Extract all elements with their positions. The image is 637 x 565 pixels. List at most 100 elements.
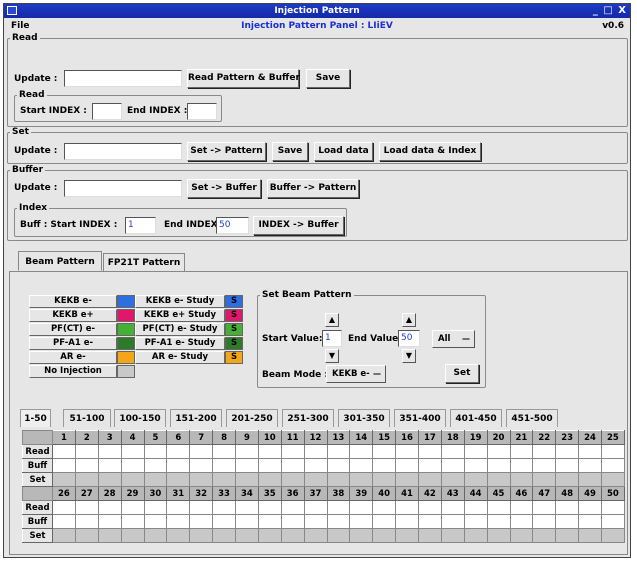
pattern-cell[interactable]: [418, 458, 442, 473]
pattern-cell[interactable]: [578, 458, 602, 473]
buffer-update-input[interactable]: [64, 180, 182, 197]
pattern-cell[interactable]: [463, 500, 488, 515]
pattern-cell[interactable]: [235, 528, 259, 543]
pattern-cell[interactable]: [463, 514, 488, 529]
pattern-cell[interactable]: [395, 472, 419, 487]
pattern-cell[interactable]: [555, 514, 580, 529]
set-beam-button[interactable]: Set: [445, 364, 479, 383]
pattern-cell[interactable]: [303, 514, 328, 529]
pattern-cell[interactable]: [418, 500, 442, 515]
pattern-cell[interactable]: [601, 500, 625, 515]
pattern-cell[interactable]: [418, 514, 442, 529]
pattern-cell[interactable]: [235, 514, 259, 529]
pattern-cell[interactable]: [143, 444, 168, 459]
pattern-cell[interactable]: [235, 472, 259, 487]
pattern-cell[interactable]: [303, 458, 328, 473]
tab-fp21t-pattern[interactable]: FP21T Pattern: [103, 253, 185, 271]
pattern-cell[interactable]: [372, 458, 397, 473]
pattern-cell[interactable]: [440, 514, 465, 529]
pattern-cell[interactable]: [74, 444, 99, 459]
pattern-cell[interactable]: [74, 500, 99, 515]
set-to-pattern-button[interactable]: Set -> Pattern: [187, 142, 266, 161]
pattern-cell[interactable]: [555, 458, 580, 473]
end-value-down-button[interactable]: ▼: [402, 349, 416, 363]
pattern-cell[interactable]: [463, 458, 488, 473]
pattern-cell[interactable]: [463, 444, 488, 459]
set-update-input[interactable]: [64, 143, 182, 160]
pattern-cell[interactable]: [440, 444, 465, 459]
pattern-cell[interactable]: [395, 444, 419, 459]
pattern-cell[interactable]: [189, 472, 214, 487]
pattern-cell[interactable]: [52, 458, 76, 473]
pattern-cell[interactable]: [212, 444, 236, 459]
pattern-cell[interactable]: [257, 444, 282, 459]
pattern-cell[interactable]: [280, 458, 305, 473]
pattern-cell[interactable]: [601, 444, 625, 459]
pattern-cell[interactable]: [143, 528, 168, 543]
pattern-cell[interactable]: [120, 500, 145, 515]
pattern-cell[interactable]: [143, 500, 168, 515]
buffer-to-pattern-button[interactable]: Buffer -> Pattern: [267, 179, 359, 198]
pattern-cell[interactable]: [532, 458, 557, 473]
pattern-cell[interactable]: [235, 444, 259, 459]
range-tab-351-400[interactable]: 351-400: [394, 409, 446, 427]
pattern-cell[interactable]: [418, 472, 442, 487]
pattern-cell[interactable]: [532, 472, 557, 487]
pattern-cell[interactable]: [166, 444, 191, 459]
range-tab-301-350[interactable]: 301-350: [338, 409, 390, 427]
pattern-cell[interactable]: [120, 472, 145, 487]
range-tab-51-100[interactable]: 51-100: [63, 409, 111, 427]
pattern-cell[interactable]: [395, 514, 419, 529]
pattern-cell[interactable]: [166, 514, 191, 529]
pattern-cell[interactable]: [280, 444, 305, 459]
pattern-cell[interactable]: [257, 458, 282, 473]
pattern-cell[interactable]: [326, 528, 351, 543]
pattern-cell[interactable]: [395, 500, 419, 515]
range-tab-451-500[interactable]: 451-500: [506, 409, 558, 427]
pattern-cell[interactable]: [395, 458, 419, 473]
pattern-cell[interactable]: [52, 514, 76, 529]
range-tab-1-50[interactable]: 1-50: [20, 409, 51, 427]
tab-beam-pattern[interactable]: Beam Pattern: [18, 251, 102, 271]
pattern-cell[interactable]: [326, 500, 351, 515]
pattern-cell[interactable]: [74, 528, 99, 543]
pattern-cell[interactable]: [349, 444, 374, 459]
pattern-cell[interactable]: [418, 528, 442, 543]
pattern-cell[interactable]: [601, 514, 625, 529]
pattern-cell[interactable]: [166, 500, 191, 515]
pattern-cell[interactable]: [486, 472, 511, 487]
pattern-cell[interactable]: [349, 500, 374, 515]
window-controls[interactable]: _ □ X: [593, 4, 627, 18]
pattern-cell[interactable]: [189, 458, 214, 473]
pattern-cell[interactable]: [303, 444, 328, 459]
pattern-cell[interactable]: [303, 472, 328, 487]
pattern-cell[interactable]: [326, 444, 351, 459]
pattern-cell[interactable]: [166, 458, 191, 473]
pattern-cell[interactable]: [532, 514, 557, 529]
pattern-cell[interactable]: [303, 528, 328, 543]
end-value-up-button[interactable]: ▲: [402, 313, 416, 327]
buff-start-index-input[interactable]: 1: [125, 217, 156, 234]
pattern-cell[interactable]: [486, 514, 511, 529]
load-data-button[interactable]: Load data: [314, 142, 373, 161]
pattern-cell[interactable]: [212, 458, 236, 473]
pattern-cell[interactable]: [257, 472, 282, 487]
index-to-buffer-button[interactable]: INDEX -> Buffer: [253, 216, 344, 235]
pattern-cell[interactable]: [532, 528, 557, 543]
pattern-cell[interactable]: [97, 444, 122, 459]
pattern-cell[interactable]: [280, 528, 305, 543]
pattern-cell[interactable]: [257, 528, 282, 543]
beam-mode-select[interactable]: KEKB e- —: [326, 365, 386, 383]
pattern-cell[interactable]: [189, 528, 214, 543]
set-save-button[interactable]: Save: [272, 142, 308, 161]
pattern-cell[interactable]: [532, 500, 557, 515]
pattern-cell[interactable]: [372, 472, 397, 487]
pattern-cell[interactable]: [349, 458, 374, 473]
pattern-cell[interactable]: [212, 514, 236, 529]
pattern-cell[interactable]: [166, 472, 191, 487]
read-pattern-buffer-button[interactable]: Read Pattern & Buffer: [187, 69, 300, 88]
pattern-cell[interactable]: [372, 444, 397, 459]
pattern-cell[interactable]: [395, 528, 419, 543]
buff-end-index-input[interactable]: 50: [216, 217, 249, 234]
pattern-cell[interactable]: [486, 444, 511, 459]
